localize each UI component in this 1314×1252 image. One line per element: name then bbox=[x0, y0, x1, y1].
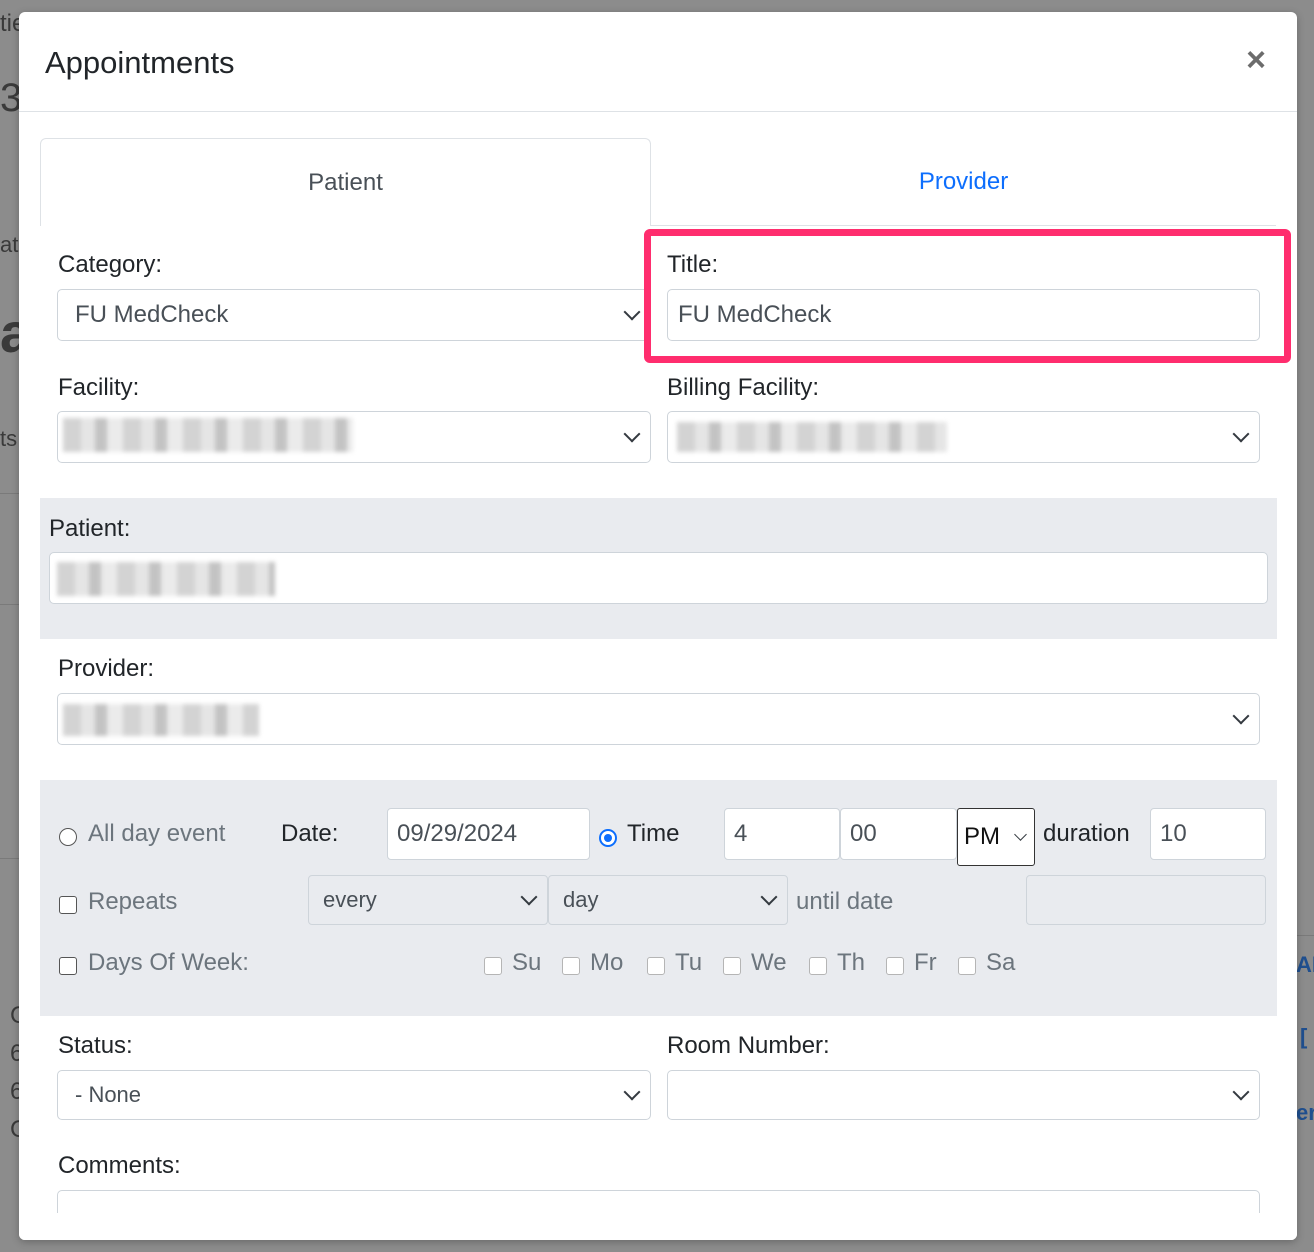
day-label-tu: Tu bbox=[675, 949, 703, 976]
day-checkbox-tu[interactable] bbox=[647, 957, 665, 975]
day-checkbox-fr[interactable] bbox=[886, 957, 904, 975]
until-date-label: until date bbox=[796, 888, 894, 915]
ampm-select[interactable]: PM bbox=[957, 808, 1035, 866]
day-checkbox-sa[interactable] bbox=[958, 957, 976, 975]
category-select[interactable]: FU MedCheck bbox=[57, 289, 651, 341]
bg-divider bbox=[0, 858, 19, 859]
bg-divider bbox=[0, 493, 19, 494]
hour-input[interactable]: 4 bbox=[724, 808, 840, 860]
day-label-su: Su bbox=[512, 949, 542, 976]
repeats-label: Repeats bbox=[88, 888, 178, 915]
hour-value: 4 bbox=[734, 820, 748, 847]
ampm-value: PM bbox=[964, 823, 1000, 850]
day-label-we: We bbox=[751, 949, 787, 976]
chevron-down-icon bbox=[1232, 1083, 1250, 1101]
modal-header: Appointments × bbox=[19, 12, 1297, 112]
chevron-down-icon bbox=[623, 303, 641, 321]
chevron-down-icon bbox=[623, 425, 641, 443]
modal-title: Appointments bbox=[45, 45, 235, 80]
bg-fragment: ts bbox=[0, 426, 18, 451]
redacted-facility bbox=[63, 418, 353, 452]
title-highlight-box bbox=[644, 229, 1291, 363]
day-checkbox-we[interactable] bbox=[723, 957, 741, 975]
duration-input[interactable]: 10 bbox=[1150, 808, 1266, 860]
days-of-week-label: Days Of Week: bbox=[88, 949, 249, 976]
day-checkbox-su[interactable] bbox=[484, 957, 502, 975]
minute-value: 00 bbox=[850, 820, 877, 847]
status-value: - None bbox=[75, 1082, 142, 1107]
facility-label: Facility: bbox=[58, 374, 140, 401]
close-icon[interactable]: × bbox=[1241, 42, 1271, 78]
tab-patient[interactable]: Patient bbox=[40, 138, 651, 226]
time-radio[interactable] bbox=[599, 829, 617, 847]
repeats-checkbox[interactable] bbox=[59, 896, 77, 914]
chevron-down-icon bbox=[623, 1083, 641, 1101]
chevron-down-icon bbox=[520, 888, 538, 906]
duration-label: duration bbox=[1043, 820, 1130, 847]
comments-label: Comments: bbox=[58, 1152, 181, 1179]
tab-provider[interactable]: Provider bbox=[651, 138, 1276, 226]
bg-fragment: AP bbox=[1296, 952, 1314, 977]
room-number-select[interactable] bbox=[667, 1070, 1260, 1120]
chevron-down-icon bbox=[1232, 425, 1250, 443]
category-label: Category: bbox=[58, 251, 163, 278]
date-label: Date: bbox=[281, 820, 339, 847]
redacted-billing-facility bbox=[677, 422, 947, 452]
duration-value: 10 bbox=[1160, 820, 1187, 847]
time-label: Time bbox=[627, 820, 680, 847]
patient-label: Patient: bbox=[49, 515, 131, 542]
minute-input[interactable]: 00 bbox=[840, 808, 957, 860]
days-of-week-checkbox[interactable] bbox=[59, 957, 77, 975]
tab-bar: Patient Provider bbox=[40, 138, 1276, 226]
status-select[interactable]: - None bbox=[57, 1070, 651, 1120]
appointments-modal: Appointments × Patient Provider Category… bbox=[19, 12, 1297, 1240]
bg-fragment: [ bbox=[1300, 1024, 1308, 1049]
day-label-fr: Fr bbox=[914, 949, 937, 976]
redacted-provider bbox=[63, 704, 259, 736]
bg-divider bbox=[1297, 935, 1314, 936]
day-label-mo: Mo bbox=[590, 949, 624, 976]
until-date-input[interactable] bbox=[1026, 875, 1266, 925]
category-value: FU MedCheck bbox=[75, 301, 229, 328]
bg-fragment: ers bbox=[1296, 1100, 1314, 1125]
date-value: 09/29/2024 bbox=[397, 820, 518, 847]
day-checkbox-th[interactable] bbox=[809, 957, 827, 975]
repeat-unit-select[interactable]: day bbox=[548, 875, 788, 925]
billing-facility-label: Billing Facility: bbox=[667, 374, 820, 401]
status-label: Status: bbox=[58, 1032, 133, 1059]
modal-body-clip bbox=[19, 1213, 1297, 1240]
day-label-sa: Sa bbox=[986, 949, 1016, 976]
redacted-patient bbox=[57, 562, 275, 596]
chevron-down-icon bbox=[1014, 828, 1027, 841]
chevron-down-icon bbox=[1232, 707, 1250, 725]
date-input[interactable]: 09/29/2024 bbox=[387, 808, 590, 860]
day-checkbox-mo[interactable] bbox=[562, 957, 580, 975]
repeat-every-value: every bbox=[323, 887, 377, 912]
repeat-every-select[interactable]: every bbox=[308, 875, 548, 925]
chevron-down-icon bbox=[760, 888, 778, 906]
repeat-unit-value: day bbox=[563, 887, 599, 912]
all-day-label: All day event bbox=[88, 820, 226, 847]
provider-label: Provider: bbox=[58, 655, 155, 682]
all-day-radio[interactable] bbox=[59, 828, 77, 846]
room-number-label: Room Number: bbox=[667, 1032, 830, 1059]
bg-divider bbox=[0, 604, 19, 605]
day-label-th: Th bbox=[837, 949, 866, 976]
